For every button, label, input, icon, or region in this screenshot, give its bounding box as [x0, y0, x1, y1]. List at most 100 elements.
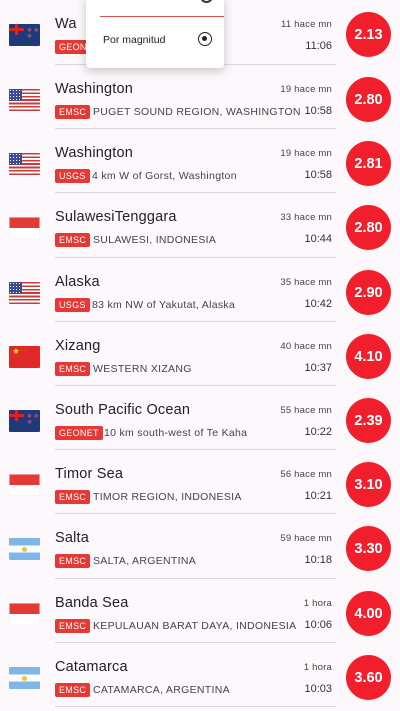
earthquake-row[interactable]: Catamarca EMSC CATAMARCA, ARGENTINA 1 ho… — [0, 643, 400, 707]
magnitude-badge: 4.00 — [346, 591, 391, 636]
time-ago: 19 hace mn — [280, 148, 332, 159]
agency-badge: EMSC — [55, 490, 91, 504]
row-divider — [55, 385, 336, 386]
region-text: 10 km south-west of Te Kaha — [104, 427, 248, 439]
earthquake-row[interactable]: ✦ ✦ ✦ South Pacific Ocean GEONET 10 km so… — [0, 386, 400, 450]
menu-divider — [100, 16, 224, 17]
earthquake-row[interactable]: Washington EMSC PUGET SOUND REGION, WASH… — [0, 65, 400, 129]
event-time: 10:37 — [304, 362, 332, 374]
row-divider — [55, 449, 336, 450]
region-text: KEPULAUAN BARAT DAYA, INDONESIA — [93, 620, 297, 632]
magnitude-badge: 2.13 — [346, 12, 391, 57]
agency-badge: EMSC — [55, 362, 91, 376]
agency-badge: USGS — [55, 169, 90, 183]
magnitude-badge: 3.60 — [346, 655, 391, 700]
earthquake-row[interactable]: SulawesiTenggara EMSC SULAWESI, INDONESI… — [0, 193, 400, 257]
time-ago: 35 hace mn — [280, 277, 332, 288]
magnitude-badge: 2.80 — [346, 77, 391, 122]
time-ago: 1 hora — [303, 598, 332, 609]
usa-flag-icon — [9, 153, 40, 175]
agency-badge: GEONET — [55, 426, 103, 440]
agency-badge: EMSC — [55, 233, 91, 247]
event-time: 10:44 — [304, 233, 332, 245]
row-divider — [55, 257, 336, 258]
place-name: Banda Sea — [55, 595, 129, 611]
earthquake-row[interactable]: Banda Sea EMSC KEPULAUAN BARAT DAYA, IND… — [0, 579, 400, 643]
place-name: Xizang — [55, 338, 101, 354]
argentina-flag-icon — [9, 667, 40, 689]
place-name: Catamarca — [55, 659, 128, 675]
place-name: Salta — [55, 530, 90, 546]
magnitude-badge: 2.81 — [346, 141, 391, 186]
earthquake-row[interactable]: Timor Sea EMSC TIMOR REGION, INDONESIA 5… — [0, 450, 400, 514]
row-divider — [55, 321, 336, 322]
row-divider — [55, 128, 336, 129]
event-time: 10:58 — [304, 169, 332, 181]
region-text: 83 km NW of Yakutat, Alaska — [92, 299, 236, 311]
agency-badge: USGS — [55, 298, 90, 312]
agency-badge: EMSC — [55, 554, 91, 568]
row-divider — [55, 706, 336, 707]
region-text: WESTERN XIZANG — [93, 363, 192, 375]
sort-option-radio[interactable] — [200, 0, 213, 3]
usa-flag-icon — [9, 282, 40, 304]
region-text: PUGET SOUND REGION, WASHINGTON — [93, 106, 301, 118]
place-name: Alaska — [55, 274, 100, 290]
region-text: TIMOR REGION, INDONESIA — [93, 491, 242, 503]
place-name: Washington — [55, 145, 134, 161]
event-time: 10:58 — [304, 105, 332, 117]
event-time: 10:42 — [304, 298, 332, 310]
earthquake-row[interactable]: Washington USGS 4 km W of Gorst, Washing… — [0, 129, 400, 193]
earthquake-row[interactable]: Xizang EMSC WESTERN XIZANG 40 hace mn 10… — [0, 322, 400, 386]
new-zealand-flag-icon: ✦ ✦ ✦ — [9, 410, 40, 432]
place-name: Washington — [55, 81, 134, 97]
time-ago: 59 hace mn — [280, 533, 332, 544]
place-name: Timor Sea — [55, 466, 124, 482]
magnitude-badge: 4.10 — [346, 334, 391, 379]
china-flag-icon — [9, 346, 40, 368]
time-ago: 55 hace mn — [280, 405, 332, 416]
magnitude-badge: 3.30 — [346, 526, 391, 571]
event-time: 10:18 — [304, 554, 332, 566]
time-ago: 40 hace mn — [280, 341, 332, 352]
agency-badge: EMSC — [55, 619, 91, 633]
sort-by-magnitude-option[interactable]: Por magnitud — [103, 34, 165, 46]
time-ago: 33 hace mn — [280, 212, 332, 223]
time-ago: 19 hace mn — [280, 84, 332, 95]
region-text: SALTA, ARGENTINA — [93, 555, 197, 567]
magnitude-badge: 2.90 — [346, 270, 391, 315]
indonesia-flag-icon — [9, 603, 40, 625]
event-time: 11:06 — [305, 40, 332, 52]
new-zealand-flag-icon: ✦ ✦ ✦ — [9, 24, 40, 46]
time-ago: 1 hora — [303, 662, 332, 673]
magnitude-badge: 2.39 — [346, 398, 391, 443]
usa-flag-icon — [9, 89, 40, 111]
magnitude-badge: 2.80 — [346, 205, 391, 250]
row-divider — [55, 192, 336, 193]
place-name: SulawesiTenggara — [55, 209, 177, 225]
event-time: 10:21 — [304, 490, 332, 502]
agency-badge: EMSC — [55, 105, 91, 119]
event-time: 10:06 — [304, 619, 332, 631]
earthquake-row[interactable]: Alaska USGS 83 km NW of Yakutat, Alaska … — [0, 258, 400, 322]
indonesia-flag-icon — [9, 474, 40, 496]
region-text: SULAWESI, INDONESIA — [93, 234, 217, 246]
event-time: 10:03 — [304, 683, 332, 695]
time-ago: 11 hace mn — [281, 19, 332, 30]
agency-badge: EMSC — [55, 683, 91, 697]
row-divider — [55, 513, 336, 514]
indonesia-flag-icon — [9, 217, 40, 239]
earthquake-row[interactable]: Salta EMSC SALTA, ARGENTINA 59 hace mn 1… — [0, 514, 400, 578]
sort-menu: Por magnitud — [86, 0, 224, 68]
place-name: Wa — [55, 16, 77, 32]
magnitude-badge: 3.10 — [346, 462, 391, 507]
event-time: 10:22 — [304, 426, 332, 438]
row-divider — [55, 578, 336, 579]
row-divider — [55, 642, 336, 643]
region-text: CATAMARCA, ARGENTINA — [93, 684, 230, 696]
time-ago: 56 hace mn — [280, 469, 332, 480]
sort-by-magnitude-radio[interactable] — [198, 32, 212, 46]
place-name: South Pacific Ocean — [55, 402, 191, 418]
argentina-flag-icon — [9, 538, 40, 560]
region-text: 4 km W of Gorst, Washington — [92, 170, 237, 182]
